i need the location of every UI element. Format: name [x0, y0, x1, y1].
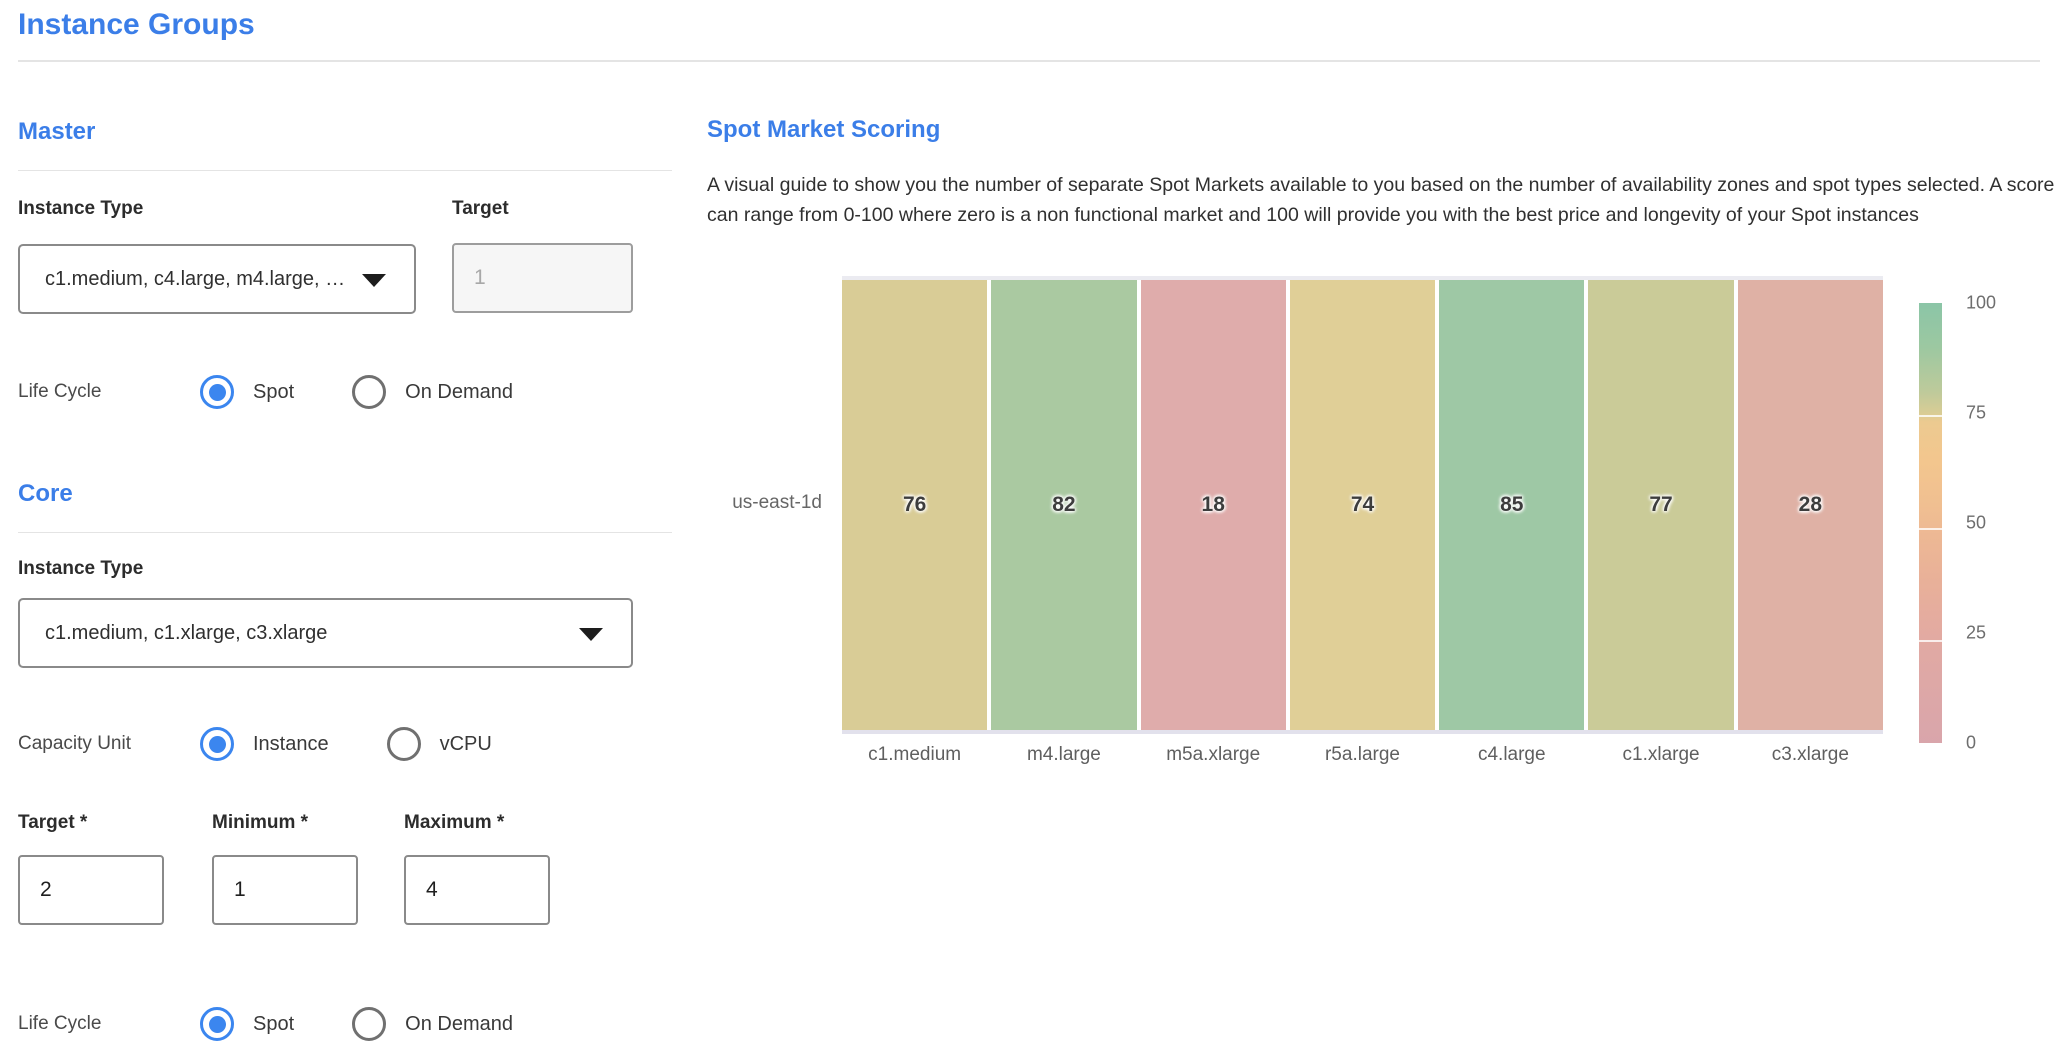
core-minimum-value: 1 — [234, 878, 246, 902]
core-target-value: 2 — [40, 878, 52, 902]
master-instance-type-value: c1.medium, c4.large, m4.large, … — [45, 268, 345, 291]
core-maximum-value: 4 — [426, 878, 438, 902]
master-life-cycle-label: Life Cycle — [18, 381, 200, 403]
header-divider — [18, 60, 2040, 62]
core-life-cycle-row: Life Cycle Spot On Demand — [18, 1006, 571, 1042]
heatmap-grid: 76 82 18 74 85 77 28 — [842, 276, 1883, 734]
master-target-placeholder: 1 — [474, 266, 486, 290]
heatmap-cell: 82 — [991, 280, 1136, 730]
core-target-input[interactable]: 2 — [18, 855, 164, 925]
heatmap-column-label: c3.xlarge — [1738, 744, 1883, 766]
master-instance-type-label: Instance Type — [18, 198, 143, 220]
heatmap-cell: 85 — [1439, 280, 1584, 730]
radio-option-label: Spot — [253, 1013, 294, 1036]
core-maximum-input[interactable]: 4 — [404, 855, 550, 925]
heatmap-cell-value: 82 — [1052, 493, 1075, 517]
heatmap-column-label: r5a.large — [1290, 744, 1435, 766]
core-life-cycle-option-spot[interactable]: Spot — [200, 1007, 294, 1041]
core-divider — [18, 532, 672, 533]
heatmap-cell: 77 — [1588, 280, 1733, 730]
heatmap-column-labels: c1.mediumm4.largem5a.xlarger5a.largec4.l… — [842, 744, 1883, 766]
heatmap-row-label: us-east-1d — [622, 492, 822, 514]
heatmap-cell: 18 — [1141, 280, 1286, 730]
core-instance-type-value: c1.medium, c1.xlarge, c3.xlarge — [45, 622, 327, 645]
colorbar-tick-label: 25 — [1966, 623, 1986, 644]
heatmap-cell: 76 — [842, 280, 987, 730]
master-life-cycle-row: Life Cycle Spot On Demand — [18, 374, 571, 410]
heatmap-cell-value: 74 — [1351, 493, 1374, 517]
colorbar-tick-line — [1919, 415, 1942, 417]
core-minimum-input[interactable]: 1 — [212, 855, 358, 925]
heatmap-column-label: m5a.xlarge — [1141, 744, 1286, 766]
heatmap-cell-value: 77 — [1649, 493, 1672, 517]
heatmap-cell: 74 — [1290, 280, 1435, 730]
chevron-down-icon — [579, 628, 603, 641]
chevron-down-icon — [362, 274, 386, 287]
colorbar-tick-label: 100 — [1966, 293, 1996, 314]
radio-option-label: Spot — [253, 381, 294, 404]
page-title: Instance Groups — [18, 8, 255, 42]
radio-option-label: On Demand — [405, 1013, 513, 1036]
radio-icon[interactable] — [200, 727, 234, 761]
radio-icon[interactable] — [352, 1007, 386, 1041]
core-capacity-unit-label: Capacity Unit — [18, 733, 200, 755]
heatmap-colorbar — [1919, 303, 1942, 743]
radio-option-label: Instance — [253, 733, 329, 756]
radio-icon[interactable] — [200, 375, 234, 409]
spot-market-scoring-title: Spot Market Scoring — [707, 116, 940, 144]
core-instance-type-select[interactable]: c1.medium, c1.xlarge, c3.xlarge — [18, 598, 633, 668]
colorbar-tick-label: 50 — [1966, 513, 1986, 534]
heatmap-cell-value: 28 — [1799, 493, 1822, 517]
master-section-title: Master — [18, 118, 95, 146]
radio-icon[interactable] — [352, 375, 386, 409]
core-life-cycle-label: Life Cycle — [18, 1013, 200, 1035]
core-instance-type-label: Instance Type — [18, 558, 143, 580]
colorbar-tick-line — [1919, 640, 1942, 642]
master-target-input: 1 — [452, 243, 633, 313]
radio-icon[interactable] — [200, 1007, 234, 1041]
core-section-title: Core — [18, 480, 73, 508]
radio-option-label: vCPU — [440, 733, 492, 756]
core-life-cycle-option-on-demand[interactable]: On Demand — [352, 1007, 513, 1041]
master-target-label: Target — [452, 198, 509, 220]
colorbar-tick-label: 75 — [1966, 403, 1986, 424]
radio-icon[interactable] — [387, 727, 421, 761]
core-minimum-label: Minimum * — [212, 812, 308, 834]
heatmap-cell-value: 85 — [1500, 493, 1523, 517]
core-maximum-label: Maximum * — [404, 812, 504, 834]
colorbar-tick-line — [1919, 528, 1942, 530]
heatmap-cell-value: 18 — [1202, 493, 1225, 517]
heatmap-column-label: c1.medium — [842, 744, 987, 766]
colorbar-tick-label: 0 — [1966, 733, 1976, 754]
master-divider — [18, 170, 672, 171]
master-instance-type-select[interactable]: c1.medium, c4.large, m4.large, … — [18, 244, 416, 314]
heatmap-cell-value: 76 — [903, 493, 926, 517]
heatmap-cell: 28 — [1738, 280, 1883, 730]
heatmap-column-label: c4.large — [1439, 744, 1584, 766]
heatmap-column-label: m4.large — [991, 744, 1136, 766]
master-life-cycle-option-on-demand[interactable]: On Demand — [352, 375, 513, 409]
core-capacity-option-vcpu[interactable]: vCPU — [387, 727, 492, 761]
radio-option-label: On Demand — [405, 381, 513, 404]
master-life-cycle-option-spot[interactable]: Spot — [200, 375, 294, 409]
core-capacity-option-instance[interactable]: Instance — [200, 727, 329, 761]
core-capacity-unit-row: Capacity Unit Instance vCPU — [18, 726, 550, 762]
heatmap-column-label: c1.xlarge — [1588, 744, 1733, 766]
spot-market-scoring-description: A visual guide to show you the number of… — [707, 170, 2058, 230]
instance-groups-page: Instance Groups Master Instance Type c1.… — [0, 0, 2058, 1058]
core-target-label: Target * — [18, 812, 87, 834]
